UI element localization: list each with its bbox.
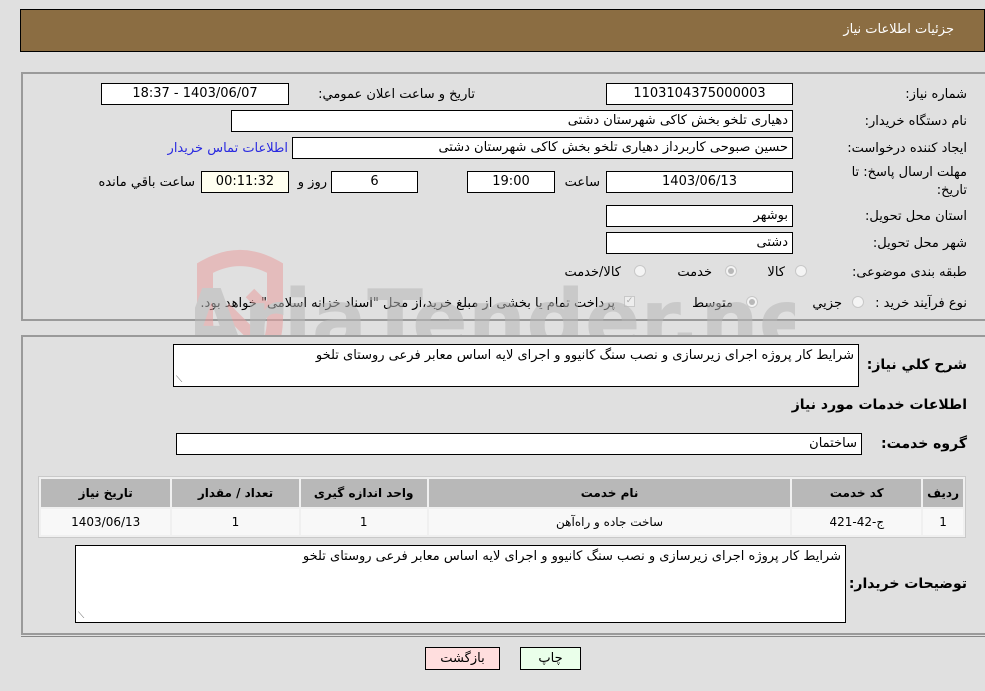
services-table-wrap: ردیف کد خدمت نام خدمت واحد اندازه گیری ت… <box>38 476 966 538</box>
service-group-field[interactable]: ساختمان <box>176 433 862 455</box>
description-label: شرح کلي نياز: <box>866 357 967 373</box>
remaining-days-field[interactable]: 6 <box>331 171 418 193</box>
col-header-unit: واحد اندازه گیری <box>300 479 427 507</box>
purchase-option-medium: متوسط <box>692 296 733 311</box>
buyer-notes-label: توضیحات خریدار: <box>848 576 967 592</box>
buyer-contact-link[interactable]: اطلاعات تماس خریدار <box>168 141 288 156</box>
province-field[interactable]: بوشهر <box>606 205 793 227</box>
cell-service-code: ج-42-421 <box>792 509 922 535</box>
purchase-radio-minor[interactable] <box>852 296 864 308</box>
services-section-title: اطلاعات خدمات مورد نیاز <box>791 397 967 413</box>
col-header-need-date: تاریخ نیاز <box>41 479 171 507</box>
deadline-label-date: تاریخ: <box>936 183 967 198</box>
buyer-org-label: نام دستگاه خریدار: <box>864 114 967 129</box>
deadline-date-field[interactable]: 1403/06/13 <box>606 171 793 193</box>
col-header-service-code: کد خدمت <box>792 479 922 507</box>
city-label: شهر محل تحویل: <box>872 236 967 251</box>
need-number-label: شماره نیاز: <box>905 87 967 102</box>
page-header: جزئیات اطلاعات نیاز <box>20 9 985 52</box>
category-radio-goods-service[interactable] <box>634 265 646 277</box>
description-textarea[interactable]: شرایط کار پروژه اجرای زیرسازی و نصب سنگ … <box>173 344 859 387</box>
remaining-time-field[interactable]: 00:11:32 <box>201 171 289 193</box>
category-label: طبقه بندی موضوعی: <box>851 265 967 280</box>
cell-quantity: 1 <box>172 509 299 535</box>
description-text: شرایط کار پروژه اجرای زیرسازی و نصب سنگ … <box>315 348 854 363</box>
category-radio-service[interactable] <box>725 265 737 277</box>
need-number-field[interactable]: 1103104375000003 <box>606 83 793 105</box>
announce-datetime-field[interactable]: 1403/06/07 - 18:37 <box>101 83 289 105</box>
table-header-row: ردیف کد خدمت نام خدمت واحد اندازه گیری ت… <box>41 479 963 507</box>
col-header-row: ردیف <box>923 479 963 507</box>
footer-divider <box>21 636 985 637</box>
deadline-time-label: ساعت <box>564 175 600 190</box>
category-option-service: خدمت <box>677 265 712 280</box>
requester-field[interactable]: حسین صبوحی کاربرداز دهیاری تلخو بخش کاکی… <box>292 137 793 159</box>
cell-row-number: 1 <box>923 509 963 535</box>
service-group-label: گروه خدمت: <box>881 436 967 452</box>
days-label: روز و <box>297 175 327 190</box>
category-option-goods-service: کالا/خدمت <box>564 265 621 280</box>
table-row[interactable]: 1 ج-42-421 ساخت جاده و راه‌آهن 1 1 1403/… <box>41 509 963 535</box>
col-header-quantity: تعداد / مقدار <box>172 479 299 507</box>
page-title: جزئیات اطلاعات نیاز <box>843 22 954 37</box>
resize-grip-icon[interactable]: ⟋ <box>176 375 182 385</box>
cell-need-date: 1403/06/13 <box>41 509 171 535</box>
resize-grip-icon[interactable]: ⟋ <box>78 611 84 621</box>
buyer-notes-textarea[interactable]: شرایط کار پروژه اجرای زیرسازی و نصب سنگ … <box>75 545 846 623</box>
cell-service-name: ساخت جاده و راه‌آهن <box>428 509 791 535</box>
purchase-option-minor: جزیي <box>812 296 842 311</box>
services-table: ردیف کد خدمت نام خدمت واحد اندازه گیری ت… <box>38 476 966 538</box>
cell-unit: 1 <box>300 509 427 535</box>
category-option-goods: کالا <box>767 265 785 280</box>
announce-datetime-label: تاریخ و ساعت اعلان عمومي: <box>318 87 475 102</box>
purchase-radio-medium[interactable] <box>746 296 758 308</box>
buyer-org-field[interactable]: دهیاری تلخو بخش کاکی شهرستان دشتی <box>231 110 793 132</box>
purchase-type-label: نوع فرآیند خرید : <box>875 296 967 311</box>
category-radio-goods[interactable] <box>795 265 807 277</box>
back-button[interactable]: بازگشت <box>425 647 500 670</box>
col-header-service-name: نام خدمت <box>428 479 791 507</box>
deadline-label: مهلت ارسال پاسخ: تا <box>851 165 967 180</box>
deadline-time-field[interactable]: 19:00 <box>467 171 555 193</box>
remaining-time-label: ساعت باقي مانده <box>98 175 195 190</box>
treasury-note: پرداخت تمام یا بخشی از مبلغ خرید،از محل … <box>200 296 615 311</box>
city-field[interactable]: دشتی <box>606 232 793 254</box>
requester-label: ایجاد کننده درخواست: <box>847 141 967 156</box>
buyer-notes-text: شرایط کار پروژه اجرای زیرسازی و نصب سنگ … <box>302 549 841 564</box>
print-button[interactable]: چاپ <box>520 647 581 670</box>
treasury-checkbox[interactable]: ✓ <box>624 296 635 307</box>
province-label: استان محل تحویل: <box>865 209 967 224</box>
